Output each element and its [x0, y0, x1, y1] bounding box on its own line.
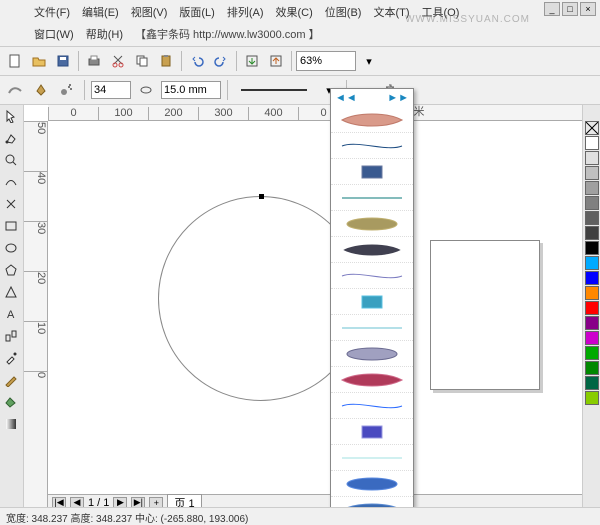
color-swatch[interactable] [585, 166, 599, 180]
polygon-tool[interactable] [0, 259, 22, 281]
brush-tool-icon [4, 79, 26, 101]
undo-button[interactable] [186, 50, 208, 72]
freehand-tool[interactable] [0, 171, 22, 193]
nib-icon [30, 79, 52, 101]
status-bar: 宽度: 348.237 高度: 348.237 中心: (-265.880, 1… [0, 507, 600, 525]
property-bar: ▾ [0, 76, 600, 105]
export-button[interactable] [265, 50, 287, 72]
zoom-tool[interactable] [0, 149, 22, 171]
print-button[interactable] [83, 50, 105, 72]
menu-item[interactable]: 编辑(E) [78, 2, 123, 22]
brush-preset[interactable] [331, 315, 413, 341]
color-swatch[interactable] [585, 241, 599, 255]
brush-size-input[interactable] [91, 81, 131, 99]
color-swatch[interactable] [585, 226, 599, 240]
ruler-vertical: 50403020100 [24, 121, 48, 510]
new-button[interactable] [4, 50, 26, 72]
brush-preset[interactable] [331, 107, 413, 133]
color-swatch[interactable] [585, 271, 599, 285]
color-swatch[interactable] [585, 211, 599, 225]
menu-note: 【鑫宇条码 http://www.lw3000.com 】 [131, 24, 324, 44]
color-swatch[interactable] [585, 196, 599, 210]
ruler-horizontal: 01002003004000100毫米 [48, 105, 582, 121]
no-fill-swatch[interactable] [585, 121, 599, 135]
brush-stroke-panel: ◄◄ ►► [330, 88, 414, 508]
brush-preset[interactable] [331, 393, 413, 419]
menu-item[interactable]: 效果(C) [272, 2, 317, 22]
blend-tool[interactable] [0, 325, 22, 347]
minimize-button[interactable]: _ [544, 2, 560, 16]
brush-preset[interactable] [331, 445, 413, 471]
menu-item[interactable]: 版面(L) [175, 2, 218, 22]
shape-tool[interactable] [0, 127, 22, 149]
brush-preset[interactable] [331, 419, 413, 445]
svg-text:A: A [7, 309, 15, 321]
zoom-input[interactable] [296, 51, 356, 71]
brush-preset[interactable] [331, 133, 413, 159]
brush-shape-icon[interactable] [135, 79, 157, 101]
brush-width-input[interactable] [161, 81, 221, 99]
color-swatch[interactable] [585, 376, 599, 390]
menu-item[interactable]: 视图(V) [127, 2, 172, 22]
paste-button[interactable] [155, 50, 177, 72]
ellipse-tool[interactable] [0, 237, 22, 259]
brush-preset[interactable] [331, 471, 413, 497]
color-swatch[interactable] [585, 256, 599, 270]
copy-button[interactable] [131, 50, 153, 72]
color-swatch[interactable] [585, 331, 599, 345]
redo-button[interactable] [210, 50, 232, 72]
rectangle-tool[interactable] [0, 215, 22, 237]
cut-button[interactable] [107, 50, 129, 72]
standard-toolbar: ▾ [0, 47, 600, 76]
interactive-fill-tool[interactable] [0, 413, 22, 435]
menu-item[interactable]: 位图(B) [321, 2, 366, 22]
menu-item[interactable]: 帮助(H) [82, 24, 127, 44]
arrow-right-icon: ►► [387, 92, 409, 104]
color-swatch[interactable] [585, 151, 599, 165]
color-swatch[interactable] [585, 286, 599, 300]
brush-preset[interactable] [331, 367, 413, 393]
color-swatch[interactable] [585, 316, 599, 330]
menu-item[interactable]: 文件(F) [30, 2, 74, 22]
text-tool[interactable]: A [0, 303, 22, 325]
spray-icon [56, 79, 78, 101]
node-handle[interactable] [259, 194, 264, 199]
arrow-left-icon: ◄◄ [335, 92, 357, 104]
brush-preset[interactable] [331, 159, 413, 185]
save-button[interactable] [52, 50, 74, 72]
import-button[interactable] [241, 50, 263, 72]
color-swatch[interactable] [585, 136, 599, 150]
toolbox: A [0, 105, 24, 510]
brush-preset[interactable] [331, 211, 413, 237]
pick-tool[interactable] [0, 105, 22, 127]
smart-draw-tool[interactable] [0, 193, 22, 215]
menu-item[interactable]: 排列(A) [223, 2, 268, 22]
watermark: WWW.MISSYUAN.COM [405, 14, 530, 25]
color-swatch[interactable] [585, 361, 599, 375]
fill-tool[interactable] [0, 391, 22, 413]
page-shadow-rect [430, 240, 540, 390]
zoom-dropdown[interactable]: ▾ [358, 50, 380, 72]
brush-preset[interactable] [331, 237, 413, 263]
basic-shapes-tool[interactable] [0, 281, 22, 303]
outline-tool[interactable] [0, 369, 22, 391]
color-swatch[interactable] [585, 391, 599, 405]
stroke-style-dropdown[interactable] [234, 79, 314, 101]
color-swatch[interactable] [585, 181, 599, 195]
color-palette [582, 105, 600, 510]
open-button[interactable] [28, 50, 50, 72]
menu-item[interactable]: 窗口(W) [30, 24, 78, 44]
color-swatch[interactable] [585, 346, 599, 360]
maximize-button[interactable]: □ [562, 2, 578, 16]
eyedropper-tool[interactable] [0, 347, 22, 369]
brush-preset[interactable] [331, 289, 413, 315]
brush-preset[interactable] [331, 263, 413, 289]
brush-preset[interactable] [331, 185, 413, 211]
close-button[interactable]: × [580, 2, 596, 16]
brush-preset[interactable] [331, 341, 413, 367]
color-swatch[interactable] [585, 301, 599, 315]
